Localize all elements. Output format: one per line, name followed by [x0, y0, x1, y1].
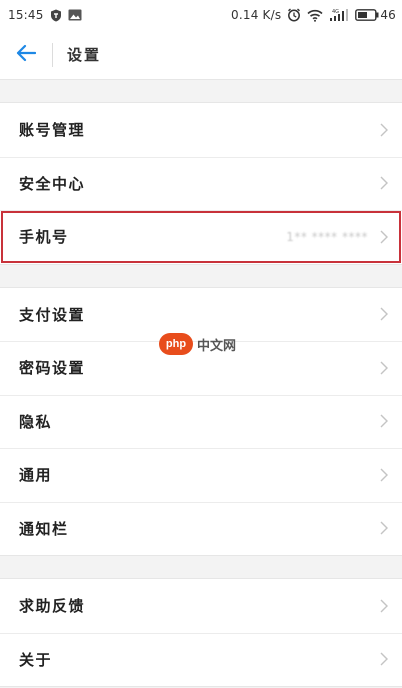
alarm-icon — [287, 8, 301, 22]
back-button[interactable] — [0, 30, 52, 80]
setting-item-label: 安全中心 — [19, 174, 86, 193]
chevron-right-icon — [378, 306, 390, 322]
setting-item-label: 求助反馈 — [19, 597, 86, 616]
setting-item-general[interactable]: 通用 — [0, 448, 402, 502]
app-header: 设置 — [0, 30, 402, 80]
setting-item-label: 通用 — [19, 466, 53, 485]
setting-item-payment-settings[interactable]: 支付设置 — [0, 288, 402, 342]
settings-group-general: 支付设置 密码设置 隐私 通用 通知栏 — [0, 286, 402, 556]
settings-group-account: 账号管理 安全中心 手机号 1** **** **** — [0, 102, 402, 265]
setting-item-about[interactable]: 关于 — [0, 632, 402, 687]
setting-item-label: 手机号 — [19, 228, 69, 247]
page-title: 设置 — [67, 46, 102, 64]
group-spacer — [0, 80, 402, 102]
setting-item-privacy[interactable]: 隐私 — [0, 394, 402, 449]
settings-page: 15:45 0.14 K/s 4G 46 设置 账号管理 安全中心 手机号 1*… — [0, 0, 402, 688]
chevron-right-icon — [378, 175, 390, 191]
settings-group-help: 求助反馈 关于 — [0, 578, 402, 687]
chevron-right-icon — [378, 651, 390, 667]
status-time: 15:45 — [8, 8, 44, 22]
status-bar-right: 0.14 K/s 4G 46 — [231, 8, 396, 22]
setting-item-security-center[interactable]: 安全中心 — [0, 156, 402, 211]
chevron-right-icon — [378, 413, 390, 429]
chevron-right-icon — [378, 360, 390, 376]
group-spacer — [0, 264, 402, 287]
signal-icon: 4G — [329, 8, 349, 22]
status-bar-left: 15:45 — [8, 8, 82, 22]
setting-item-password-settings[interactable]: 密码设置 — [0, 341, 402, 395]
battery-icon: 46 — [355, 8, 396, 22]
header-divider — [52, 42, 53, 67]
setting-item-label: 支付设置 — [19, 305, 86, 324]
shield-badge-icon — [50, 9, 62, 22]
chevron-right-icon — [378, 122, 390, 138]
setting-item-label: 账号管理 — [19, 121, 86, 140]
chevron-right-icon — [378, 520, 390, 536]
net-speed: 0.14 K/s — [231, 8, 282, 22]
setting-item-label: 隐私 — [19, 412, 53, 431]
image-icon — [68, 9, 82, 21]
setting-item-phone-number[interactable]: 手机号 1** **** **** — [0, 210, 402, 264]
back-arrow-icon — [16, 44, 37, 66]
status-bar: 15:45 0.14 K/s 4G 46 — [0, 0, 402, 30]
battery-level: 46 — [380, 8, 396, 22]
setting-item-notification-bar[interactable]: 通知栏 — [0, 501, 402, 556]
setting-item-account-management[interactable]: 账号管理 — [0, 103, 402, 157]
wifi-icon — [307, 9, 323, 22]
setting-item-help-feedback[interactable]: 求助反馈 — [0, 579, 402, 633]
setting-item-label: 密码设置 — [19, 359, 86, 378]
chevron-right-icon — [378, 467, 390, 483]
phone-number-value: 1** **** **** — [286, 229, 368, 244]
chevron-right-icon — [378, 598, 390, 614]
setting-item-label: 关于 — [19, 650, 53, 669]
chevron-right-icon — [378, 229, 390, 245]
setting-item-label: 通知栏 — [19, 519, 69, 538]
group-spacer — [0, 556, 402, 578]
